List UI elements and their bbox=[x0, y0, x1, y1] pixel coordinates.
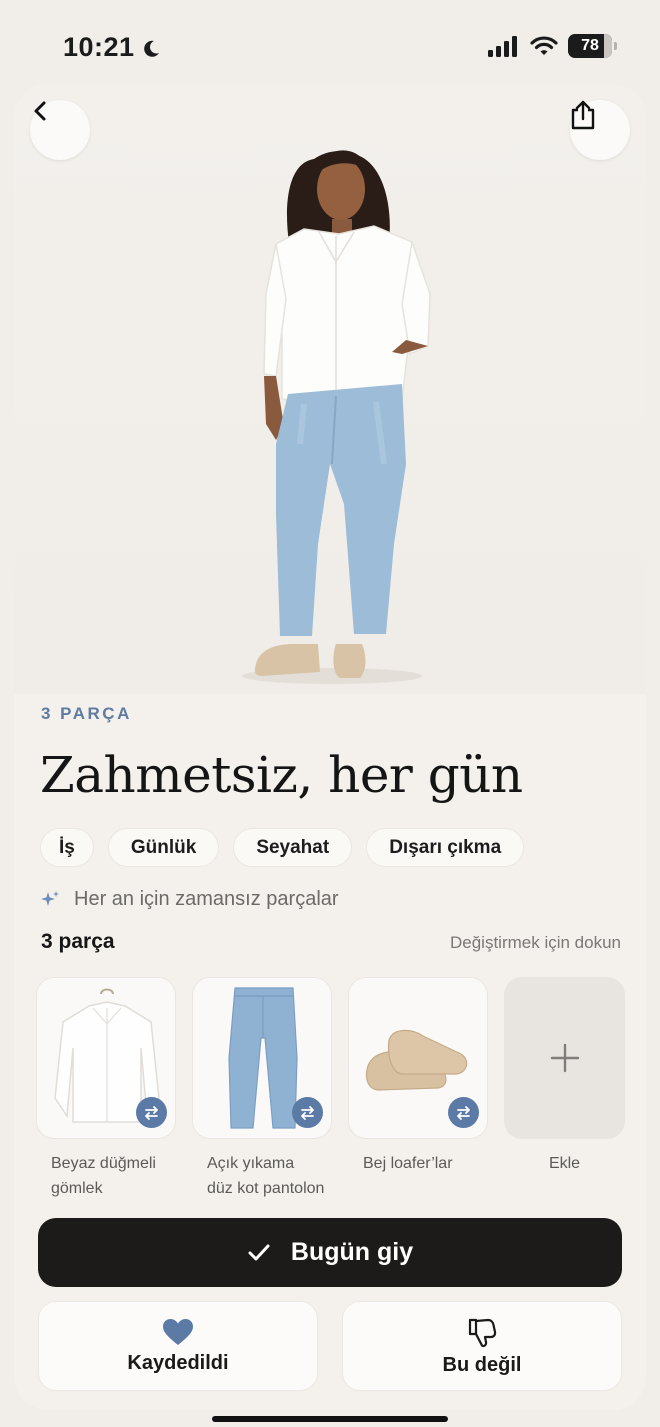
pieces-tip: Değiştirmek için dokun bbox=[449, 933, 621, 952]
piece-loafers-image[interactable] bbox=[348, 977, 488, 1139]
piece-jeans-label-line1: Açık yıkama bbox=[207, 1155, 295, 1172]
status-bar: 10:21 78 bbox=[0, 0, 660, 84]
moon-icon bbox=[143, 40, 159, 57]
saved-button[interactable]: Kaydedildi bbox=[38, 1301, 318, 1391]
wifi-icon bbox=[530, 36, 558, 55]
saved-label: Kaydedildi bbox=[127, 1351, 229, 1374]
thumbs-down-icon bbox=[468, 1318, 497, 1347]
status-time: 10:21 bbox=[63, 32, 161, 63]
share-button[interactable] bbox=[570, 100, 630, 160]
outfit-hint: Her an için zamansız parçalar bbox=[40, 888, 339, 911]
tag-is[interactable]: İş bbox=[40, 828, 94, 867]
chevron-left-icon bbox=[34, 101, 46, 121]
add-piece[interactable]: Ekle bbox=[504, 977, 644, 1201]
piece-jeans-label: Açık yıkama düz kot pantolon bbox=[192, 1151, 332, 1201]
tag-seyahat[interactable]: Seyahat bbox=[233, 828, 353, 867]
piece-loafers-label-line1: Bej loafer’lar bbox=[363, 1155, 453, 1172]
plus-icon bbox=[550, 1043, 579, 1073]
add-piece-label: Ekle bbox=[548, 1155, 581, 1172]
pieces-list: Beyaz düğmeli gömlek Açık yıkama düz kot… bbox=[36, 977, 644, 1201]
swap-loafers-button[interactable] bbox=[448, 1097, 479, 1128]
battery-indicator: 78 bbox=[568, 34, 617, 58]
piece-shirt-image[interactable] bbox=[36, 977, 176, 1139]
outfit-card: 3 PARÇA Zahmetsiz, her gün İş Günlük Sey… bbox=[14, 84, 646, 1410]
not-this-label: Bu değil bbox=[442, 1353, 522, 1376]
back-button[interactable] bbox=[30, 100, 90, 160]
pieces-header: 3 parça Değiştirmek için dokun bbox=[41, 930, 621, 954]
model-illustration bbox=[242, 150, 431, 684]
swap-icon bbox=[145, 1106, 158, 1120]
piece-shirt-label: Beyaz düğmeli gömlek bbox=[36, 1151, 176, 1201]
piece-shirt[interactable]: Beyaz düğmeli gömlek bbox=[36, 977, 176, 1201]
outfit-title: Zahmetsiz, her gün bbox=[40, 746, 523, 804]
add-piece-button[interactable] bbox=[504, 977, 625, 1139]
swap-icon bbox=[301, 1106, 314, 1120]
wear-today-label: Bugün giy bbox=[290, 1238, 414, 1266]
piece-shirt-label-line1: Beyaz düğmeli bbox=[51, 1155, 156, 1172]
outfit-photo bbox=[14, 84, 646, 694]
tag-gunluk[interactable]: Günlük bbox=[107, 828, 220, 867]
share-icon bbox=[571, 100, 595, 130]
home-indicator[interactable] bbox=[212, 1416, 448, 1422]
checkmark-icon bbox=[248, 1244, 270, 1260]
tag-list: İş Günlük Seyahat Dışarı çıkma bbox=[40, 828, 525, 867]
hint-text: Her an için zamansız parçalar bbox=[74, 888, 339, 910]
wear-today-button[interactable]: Bugün giy bbox=[38, 1218, 622, 1287]
swap-icon bbox=[457, 1106, 470, 1120]
sparkle-icon bbox=[41, 890, 59, 906]
piece-jeans-image[interactable] bbox=[192, 977, 332, 1139]
battery-level: 78 bbox=[581, 37, 599, 54]
piece-count-label: 3 PARÇA bbox=[41, 704, 132, 723]
piece-loafers-label: Bej loafer’lar bbox=[348, 1151, 488, 1176]
status-icons: 78 bbox=[488, 34, 617, 58]
heart-icon bbox=[163, 1318, 193, 1345]
feedback-actions: Kaydedildi Bu değil bbox=[38, 1301, 622, 1391]
piece-jeans-label-line2: düz kot pantolon bbox=[207, 1180, 325, 1197]
piece-shirt-label-line2: gömlek bbox=[51, 1180, 103, 1197]
piece-jeans[interactable]: Açık yıkama düz kot pantolon bbox=[192, 977, 332, 1201]
cellular-signal-icon bbox=[488, 36, 517, 57]
swap-shirt-button[interactable] bbox=[136, 1097, 167, 1128]
swap-jeans-button[interactable] bbox=[292, 1097, 323, 1128]
time-text: 10:21 bbox=[63, 32, 135, 62]
not-this-button[interactable]: Bu değil bbox=[342, 1301, 622, 1391]
piece-loafers[interactable]: Bej loafer’lar bbox=[348, 977, 488, 1201]
tag-disari-cikma[interactable]: Dışarı çıkma bbox=[366, 828, 525, 867]
pieces-title: 3 parça bbox=[41, 930, 115, 953]
